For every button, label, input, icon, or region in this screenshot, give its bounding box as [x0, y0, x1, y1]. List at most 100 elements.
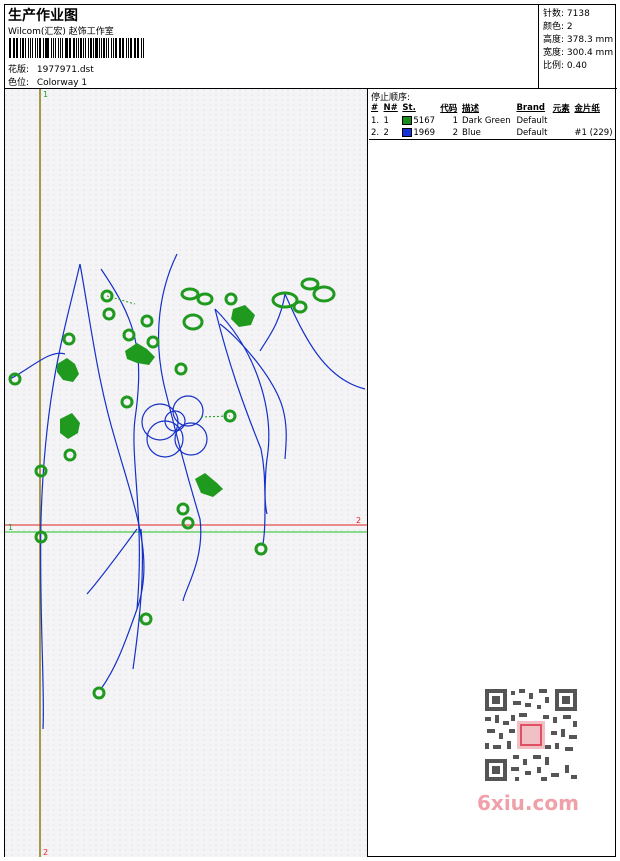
cell-code: 2: [438, 127, 461, 140]
col-brand: Brand: [516, 103, 545, 113]
cell-element: [550, 127, 573, 140]
marker-bottom: 2: [43, 848, 48, 857]
barcode-bar: [55, 38, 56, 58]
table-row: 1. 1 5167 1 Dark Green Default: [369, 115, 616, 127]
stat-stitches: 针数: 7138: [543, 6, 590, 19]
barcode-bar: [88, 38, 90, 58]
barcode-bar: [29, 38, 32, 58]
cell-description: Dark Green: [462, 116, 511, 126]
colorway-value: Colorway 1: [36, 78, 88, 88]
col-stitches: St.: [402, 103, 416, 113]
stops-header-row: # N# St. 代码 描述 Brand 元素 金片纸: [369, 101, 616, 115]
stat-value: 0.40: [566, 61, 587, 71]
barcode-bar: [110, 38, 113, 58]
barcode-bar: [73, 38, 75, 58]
barcode-bar: [103, 38, 105, 58]
barcode-bar: [34, 38, 36, 58]
barcode-bar: [120, 38, 122, 58]
colorway-label: 色位:: [8, 78, 30, 88]
barcode-bar: [70, 38, 72, 58]
color-swatch: [402, 128, 413, 137]
watermark: 6xiu.com: [471, 685, 591, 825]
stat-value: 2: [566, 22, 573, 32]
stat-label: 高度:: [543, 35, 565, 45]
barcode-bar: [59, 38, 62, 58]
barcode-bar: [130, 38, 132, 58]
col-n: N#: [383, 103, 398, 113]
watermark-brand: 6xiu.com: [477, 791, 579, 815]
barcode-bar: [142, 38, 145, 58]
barcode-bar: [82, 38, 85, 58]
barcode-bar: [85, 38, 87, 58]
barcode-bar: [50, 38, 52, 58]
barcode-bar: [52, 38, 55, 58]
barcode-bar: [39, 38, 41, 58]
stat-scale: 比例: 0.40: [543, 58, 587, 71]
barcode-bar: [92, 38, 94, 58]
stat-height: 高度: 378.3 mm: [543, 32, 613, 45]
barcode-bar: [133, 38, 135, 58]
stat-label: 针数:: [543, 9, 565, 19]
barcode-bar: [118, 38, 120, 58]
barcode-bar: [19, 38, 21, 58]
barcode-bar: [107, 38, 109, 58]
barcode-bar: [24, 38, 26, 58]
pattern-value: 1977971.dst: [36, 65, 94, 75]
cell-brand: Default: [516, 116, 548, 126]
cell-element: [551, 115, 573, 127]
stat-value: 7138: [566, 9, 590, 19]
barcode-bar: [14, 38, 16, 58]
col-sequin: 金片纸: [574, 104, 600, 114]
stitch-code: 5167: [413, 116, 436, 126]
barcode-bar: [46, 38, 49, 58]
barcode-bar: [80, 38, 82, 58]
stat-label: 比例:: [543, 61, 565, 71]
barcode-bar: [128, 38, 130, 58]
col-code: 代码: [440, 104, 458, 114]
cell-stitches: 1969: [400, 127, 439, 140]
barcode-bar: [16, 38, 18, 58]
barcode-bar: [44, 38, 46, 58]
barcode-bar: [135, 38, 137, 58]
cell-description: Blue: [460, 127, 515, 140]
qr-code-icon: [481, 685, 581, 785]
barcode-bar: [105, 38, 107, 58]
embroidery-design: 1 2 1 2: [5, 89, 367, 857]
sheet-header: 生产作业图 Wilcom(汇宏) 赵饰工作室 花版: 1977971.dst 色…: [5, 5, 617, 89]
company-name: Wilcom(汇宏) 赵饰工作室: [8, 27, 114, 37]
cell-stitches: 5167: [400, 115, 438, 127]
stat-label: 宽度:: [543, 48, 565, 58]
stat-width: 宽度: 300.4 mm: [543, 45, 613, 58]
colorway-row: 色位: Colorway 1: [8, 75, 87, 88]
cell-sequin: [572, 115, 616, 127]
barcode-bar: [62, 38, 64, 58]
production-sheet: 生产作业图 Wilcom(汇宏) 赵饰工作室 花版: 1977971.dst 色…: [4, 4, 617, 857]
barcode-bar: [95, 38, 98, 58]
pattern-row: 花版: 1977971.dst: [8, 62, 94, 75]
cell-brand: Default: [514, 127, 551, 140]
barcode-bar: [137, 38, 139, 58]
cell-index: 2.: [369, 127, 382, 140]
cell-index: 1.: [371, 116, 380, 126]
design-stats: 针数: 7138 颜色: 2 高度: 378.3 mm 宽度: 300.4 mm…: [540, 5, 616, 89]
cell-n: 1: [383, 116, 389, 126]
col-index: #: [371, 103, 379, 113]
cell-sequin: #1 (229): [572, 127, 616, 140]
barcode-bar: [90, 38, 92, 58]
stops-table: # N# St. 代码 描述 Brand 元素 金片纸 1. 1 5167 1 …: [369, 101, 616, 140]
header-info: 生产作业图 Wilcom(汇宏) 赵饰工作室 花版: 1977971.dst 色…: [5, 5, 539, 89]
col-description: 描述: [462, 104, 480, 114]
barcode-bar: [21, 38, 24, 58]
stat-value: 378.3 mm: [566, 35, 614, 45]
barcode-bar: [113, 38, 114, 58]
barcode-bar: [57, 38, 59, 58]
barcode-bar: [140, 38, 142, 58]
sheet-title: 生产作业图: [8, 8, 78, 24]
stat-colors: 颜色: 2: [543, 19, 573, 32]
barcode-bar: [77, 38, 79, 58]
marker-right: 2: [356, 516, 361, 525]
barcode-bar: [9, 38, 11, 58]
color-swatch: [402, 116, 413, 125]
barcode-bar: [75, 38, 77, 58]
stitch-code: 1969: [413, 128, 436, 138]
